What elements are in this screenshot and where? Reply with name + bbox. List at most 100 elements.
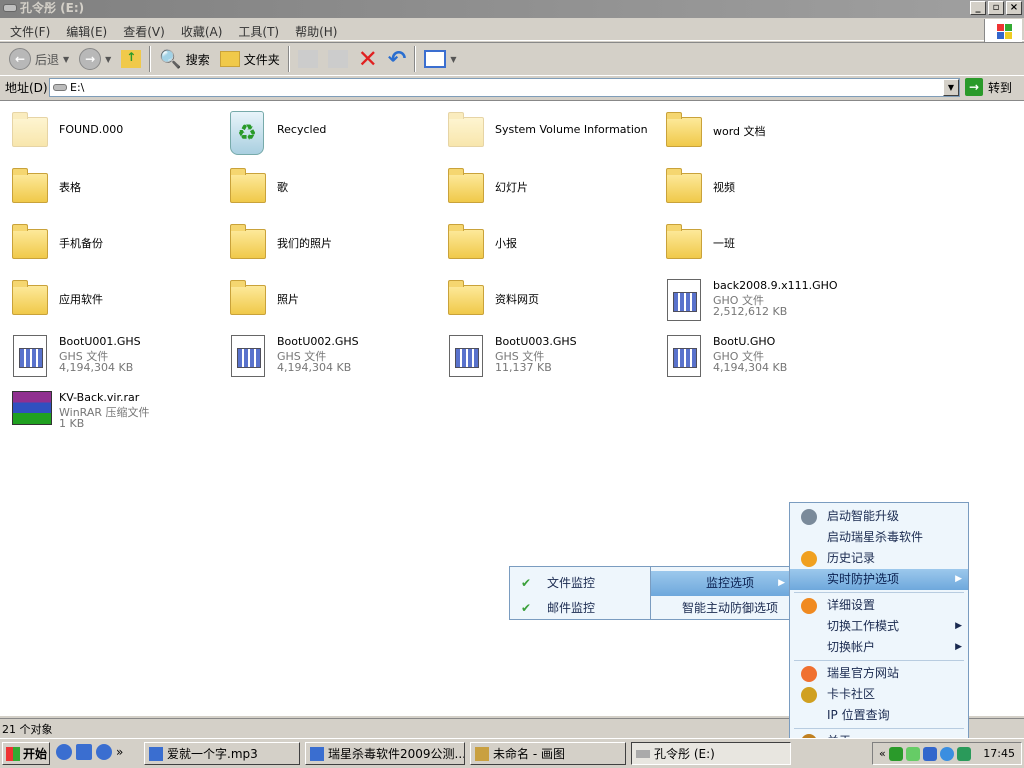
search-icon: 🔍: [159, 48, 182, 70]
folders-button[interactable]: 文件夹: [215, 44, 285, 74]
menu-item[interactable]: 实时防护选项 ▶: [790, 569, 968, 590]
file-size: 4,194,304 KB: [277, 361, 352, 374]
search-label: 搜索: [185, 52, 210, 67]
file-item[interactable]: 一班: [664, 223, 874, 273]
menu-item[interactable]: 详细设置: [790, 595, 968, 616]
file-name: back2008.9.x111.GHO: [713, 279, 838, 292]
menu-item[interactable]: ✔ 邮件监控: [510, 596, 650, 621]
file-item[interactable]: BootU001.GHS GHS 文件 4,194,304 KB: [10, 335, 220, 385]
folder-icon: [10, 167, 50, 207]
menu-item[interactable]: IP 位置查询: [790, 705, 968, 726]
file-size: 4,194,304 KB: [713, 361, 788, 374]
file-item[interactable]: word 文档: [664, 111, 874, 161]
menu-item[interactable]: 查看(V): [115, 20, 173, 40]
menu-item-label: 切换帐户: [827, 640, 876, 654]
folder-icon: [664, 167, 704, 207]
address-dropdown[interactable]: ▼: [943, 79, 959, 96]
globe-icon[interactable]: [939, 746, 954, 761]
minimize-button[interactable]: _: [970, 1, 986, 15]
task-label: 孔令彤 (E:): [654, 747, 715, 761]
task-mp3[interactable]: 爱就一个字.mp3: [144, 742, 300, 765]
menu-item[interactable]: 历史记录: [790, 548, 968, 569]
quick-launch-more[interactable]: »: [116, 745, 123, 759]
file-name: 歌: [277, 181, 288, 194]
network-icon[interactable]: [905, 746, 920, 761]
file-item[interactable]: 小报: [446, 223, 656, 273]
copy-to-button[interactable]: [323, 44, 353, 74]
menu-item[interactable]: 切换工作模式 ▶: [790, 616, 968, 637]
maxthon-icon[interactable]: [56, 744, 72, 760]
file-item[interactable]: BootU003.GHS GHS 文件 11,137 KB: [446, 335, 656, 385]
firewall-icon[interactable]: [922, 746, 937, 761]
menu-item[interactable]: 编辑(E): [58, 20, 115, 40]
file-item[interactable]: System Volume Information: [446, 111, 656, 161]
address-label: 地址(D): [5, 81, 48, 95]
ie-icon[interactable]: [96, 744, 112, 760]
delete-button[interactable]: ✕: [353, 44, 383, 74]
recycle-bin-icon: ♻: [228, 111, 268, 155]
menu-item[interactable]: 收藏(A): [173, 20, 231, 40]
file-item[interactable]: BootU.GHO GHO 文件 4,194,304 KB: [664, 335, 874, 385]
file-item[interactable]: FOUND.000: [10, 111, 220, 161]
umbrella-icon[interactable]: [956, 746, 971, 761]
media-player-icon[interactable]: [76, 744, 92, 760]
file-name: word 文档: [713, 125, 766, 138]
start-button[interactable]: 开始: [2, 742, 50, 765]
menu-item[interactable]: 卡卡社区: [790, 684, 968, 705]
file-item[interactable]: 我们的照片: [228, 223, 438, 273]
file-name: 小报: [495, 237, 517, 250]
menu-item[interactable]: ✔ 文件监控: [510, 571, 650, 596]
info-icon: [801, 666, 817, 682]
rising-tray-icon[interactable]: [888, 746, 903, 761]
views-button[interactable]: ▼: [419, 44, 461, 74]
menu-item[interactable]: 监控选项 ▶: [651, 571, 791, 596]
menu-item-label: 启动智能升级: [827, 509, 900, 523]
folder-icon: [664, 111, 704, 151]
move-to-button[interactable]: [293, 44, 323, 74]
winrar-icon: [10, 391, 52, 431]
file-item[interactable]: back2008.9.x111.GHO GHO 文件 2,512,612 KB: [664, 279, 874, 329]
file-item[interactable]: 应用软件: [10, 279, 220, 329]
task-label: 瑞星杀毒软件2009公测...: [328, 747, 465, 761]
menu-item[interactable]: 智能主动防御选项: [651, 596, 791, 621]
menu-item[interactable]: 启动智能升级: [790, 506, 968, 527]
undo-button[interactable]: ↶: [383, 44, 411, 74]
drive-icon: [53, 84, 67, 91]
file-item[interactable]: KV-Back.vir.rar WinRAR 压缩文件 1 KB: [10, 391, 220, 441]
menu-item[interactable]: 文件(F): [2, 20, 58, 40]
tray-expand-button[interactable]: «: [879, 747, 886, 760]
update-icon: [801, 509, 817, 525]
file-item[interactable]: 表格: [10, 167, 220, 217]
menu-item[interactable]: 启动瑞星杀毒软件: [790, 527, 968, 548]
drive-icon: [3, 4, 17, 12]
file-item[interactable]: 资料网页: [446, 279, 656, 329]
maximize-button[interactable]: ▫: [988, 1, 1004, 15]
file-item[interactable]: 照片: [228, 279, 438, 329]
menu-separator: [794, 660, 964, 661]
task-rising[interactable]: 瑞星杀毒软件2009公测...: [305, 742, 465, 765]
up-folder-button[interactable]: ↑: [116, 44, 146, 74]
file-name: BootU003.GHS: [495, 335, 577, 348]
back-button[interactable]: ← 后退 ▼: [4, 44, 74, 74]
file-item[interactable]: ♻ Recycled: [228, 111, 438, 161]
forward-arrow-icon: →: [79, 48, 102, 70]
menu-item[interactable]: 瑞星官方网站: [790, 663, 968, 684]
file-item[interactable]: 手机备份: [10, 223, 220, 273]
address-input[interactable]: E:\ ▼: [49, 78, 960, 97]
search-button[interactable]: 🔍 搜索: [154, 44, 214, 74]
task-explorer[interactable]: 孔令彤 (E:): [631, 742, 791, 765]
menu-item[interactable]: 切换帐户 ▶: [790, 637, 968, 658]
file-item[interactable]: 视频: [664, 167, 874, 217]
task-paint[interactable]: 未命名 - 画图: [470, 742, 626, 765]
file-name: 视频: [713, 181, 735, 194]
file-item[interactable]: BootU002.GHS GHS 文件 4,194,304 KB: [228, 335, 438, 385]
go-button[interactable]: → 转到: [965, 78, 1012, 96]
file-item[interactable]: 幻灯片: [446, 167, 656, 217]
forward-button[interactable]: → ▼: [74, 44, 116, 74]
close-button[interactable]: ×: [1006, 1, 1022, 15]
file-item[interactable]: 歌: [228, 167, 438, 217]
menu-item[interactable]: 帮助(H): [287, 20, 345, 40]
title-bar: 孔令彤 (E:) _ ▫ ×: [0, 0, 1024, 18]
task-label: 未命名 - 画图: [493, 747, 565, 761]
menu-item[interactable]: 工具(T): [230, 20, 287, 40]
